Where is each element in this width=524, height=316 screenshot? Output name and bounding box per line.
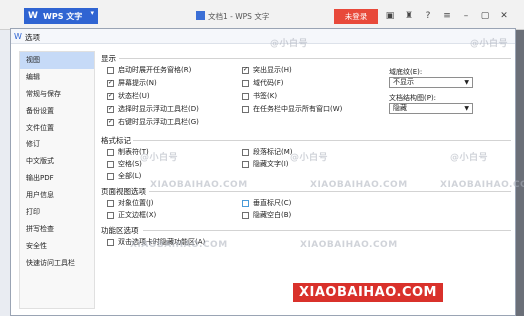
docmap-select[interactable]: 隐藏 ▼ — [389, 103, 473, 114]
option-float-toolbar-rightclick[interactable]: ✓ 右键时显示浮动工具栏(G) — [107, 117, 199, 127]
chevron-down-icon: ▾ — [90, 9, 94, 17]
checkbox[interactable] — [107, 148, 114, 156]
nav-item-print[interactable]: 打印 — [20, 204, 94, 221]
checkbox[interactable] — [107, 211, 114, 219]
option-screen-tips[interactable]: ✓ 屏幕提示(N) — [107, 78, 157, 88]
watermark-site: XIAOBAIHAO.COM — [130, 240, 228, 250]
checkbox[interactable] — [242, 160, 249, 168]
option-object-anchor[interactable]: 对象位置(J) — [107, 198, 154, 208]
option-vertical-ruler[interactable]: 垂直标尺(C) — [242, 198, 291, 208]
nav-item-export-pdf[interactable]: 输出PDF — [20, 170, 94, 187]
option-status-bar[interactable]: ✓ 状态栏(U) — [107, 91, 150, 101]
footer-brand: 小白号 — [242, 283, 288, 302]
option-all-marks[interactable]: 全部(L) — [107, 171, 141, 181]
nav-item-backup[interactable]: 备份设置 — [20, 103, 94, 120]
nav-item-view[interactable]: 视图 — [20, 52, 94, 69]
option-paragraph-marks[interactable]: 段落标记(M) — [242, 147, 293, 157]
window-left-edge — [0, 30, 10, 316]
watermark-brand: @小白号 — [270, 39, 309, 49]
watermark-site: XIAOBAIHAO.COM — [150, 180, 248, 190]
document-title: 文档1 - WPS 文字 — [196, 11, 269, 22]
checkbox-checked[interactable]: ✓ — [242, 66, 249, 74]
option-hidden-text[interactable]: 隐藏文字(I) — [242, 159, 289, 169]
document-icon — [196, 11, 205, 20]
watermark-site: XIAOBAIHAO.COM — [300, 240, 398, 250]
broadcast-icon: ((•)) — [220, 284, 248, 299]
checkbox-checked[interactable]: ✓ — [107, 118, 114, 126]
watermark-brand: @小白号 — [450, 153, 489, 163]
watermark-site: XIAOBAIHAO.COM — [310, 180, 408, 190]
wps-logo-icon: W — [28, 11, 38, 21]
app-menu-button[interactable]: W WPS 文字 ▾ — [24, 8, 98, 24]
help-icon[interactable]: ? — [420, 8, 436, 24]
watermark-brand: @小白号 — [290, 153, 329, 163]
footer-site: XIAOBAIHAO.COM — [293, 282, 443, 302]
checkbox[interactable] — [107, 172, 114, 180]
checkbox-checked[interactable]: ✓ — [107, 79, 114, 87]
nav-item-revision[interactable]: 修订 — [20, 136, 94, 153]
nav-item-general-save[interactable]: 常规与保存 — [20, 86, 94, 103]
field-shading-label: 域底纹(E): — [389, 68, 423, 76]
nav-item-chinese-layout[interactable]: 中文版式 — [20, 153, 94, 170]
nav-item-user-info[interactable]: 用户信息 — [20, 187, 94, 204]
dropdown-arrow-icon: ▼ — [464, 79, 469, 86]
options-dialog: W 选项 视图 编辑 常规与保存 备份设置 文件位置 修订 中文版式 输出PDF… — [10, 28, 516, 316]
checkbox[interactable] — [242, 199, 249, 207]
section-divider — [149, 191, 511, 192]
title-bar: W WPS 文字 ▾ 文档1 - WPS 文字 未登录 ▣ ♜ ? ≡ – ▢ … — [0, 0, 524, 30]
close-icon[interactable]: ✕ — [496, 8, 512, 24]
checkbox[interactable] — [107, 199, 114, 207]
nav-item-edit[interactable]: 编辑 — [20, 69, 94, 86]
watermark-footer: ((•)) 小白号 XIAOBAIHAO.COM — [220, 280, 524, 304]
nav-item-quick-access[interactable]: 快速访问工具栏 — [20, 255, 94, 272]
section-title-page-view: 页面视图选项 — [101, 187, 146, 196]
option-expand-taskpane[interactable]: 启动时展开任务窗格(R) — [107, 65, 191, 75]
menu-icon[interactable]: ≡ — [439, 8, 455, 24]
options-nav: 视图 编辑 常规与保存 备份设置 文件位置 修订 中文版式 输出PDF 用户信息… — [19, 51, 95, 309]
maximize-icon[interactable]: ▢ — [477, 8, 493, 24]
nav-item-security[interactable]: 安全性 — [20, 238, 94, 255]
checkbox[interactable] — [242, 211, 249, 219]
minimize-icon[interactable]: – — [458, 8, 474, 24]
watermark-brand: @小白号 — [140, 153, 179, 163]
app-name: WPS 文字 — [43, 11, 83, 21]
login-button[interactable]: 未登录 — [334, 9, 378, 24]
checkbox[interactable] — [107, 238, 114, 246]
option-all-windows-taskbar[interactable]: 在任务栏中显示所有窗口(W) — [242, 104, 342, 114]
section-title-display: 显示 — [101, 54, 116, 63]
checkbox[interactable] — [242, 148, 249, 156]
option-space-marks[interactable]: 空格(S) — [107, 159, 142, 169]
checkbox[interactable] — [107, 160, 114, 168]
watermark-site: XIAOBAIHAO.COM — [440, 180, 524, 190]
option-float-toolbar-select[interactable]: ✓ 选择时显示浮动工具栏(D) — [107, 104, 199, 114]
wps-logo-icon: W — [14, 32, 22, 41]
option-bookmarks[interactable]: 书签(K) — [242, 91, 277, 101]
option-hide-whitespace[interactable]: 隐藏空白(B) — [242, 210, 291, 220]
checkbox[interactable] — [242, 92, 249, 100]
title-bar-icons: ▣ ♜ ? ≡ – ▢ ✕ — [382, 8, 512, 24]
dialog-title: 选项 — [25, 33, 40, 42]
section-title-format-marks: 格式标记 — [101, 136, 131, 145]
docmap-label: 文档结构图(P): — [389, 94, 437, 102]
watermark-brand: @小白号 — [470, 39, 509, 49]
section-title-ribbon: 功能区选项 — [101, 226, 139, 235]
section-divider — [133, 140, 511, 141]
checkbox-checked[interactable]: ✓ — [107, 105, 114, 113]
skin-icon[interactable]: ▣ — [382, 8, 398, 24]
nav-item-spell-check[interactable]: 拼写检查 — [20, 221, 94, 238]
nav-item-file-location[interactable]: 文件位置 — [20, 120, 94, 137]
checkbox[interactable] — [242, 105, 249, 113]
field-shading-select[interactable]: 不显示 ▼ — [389, 77, 473, 88]
checkbox-checked[interactable]: ✓ — [107, 92, 114, 100]
option-field-codes[interactable]: 域代码(F) — [242, 78, 284, 88]
checkbox[interactable] — [107, 66, 114, 74]
dropdown-arrow-icon: ▼ — [464, 105, 469, 112]
option-highlight[interactable]: ✓ 突出显示(H) — [242, 65, 292, 75]
section-divider — [143, 230, 511, 231]
checkbox[interactable] — [242, 79, 249, 87]
dialog-title-bar: W 选项 — [11, 29, 515, 44]
option-text-boundary[interactable]: 正文边框(X) — [107, 210, 156, 220]
section-divider — [119, 58, 511, 59]
shirt-icon[interactable]: ♜ — [401, 8, 417, 24]
